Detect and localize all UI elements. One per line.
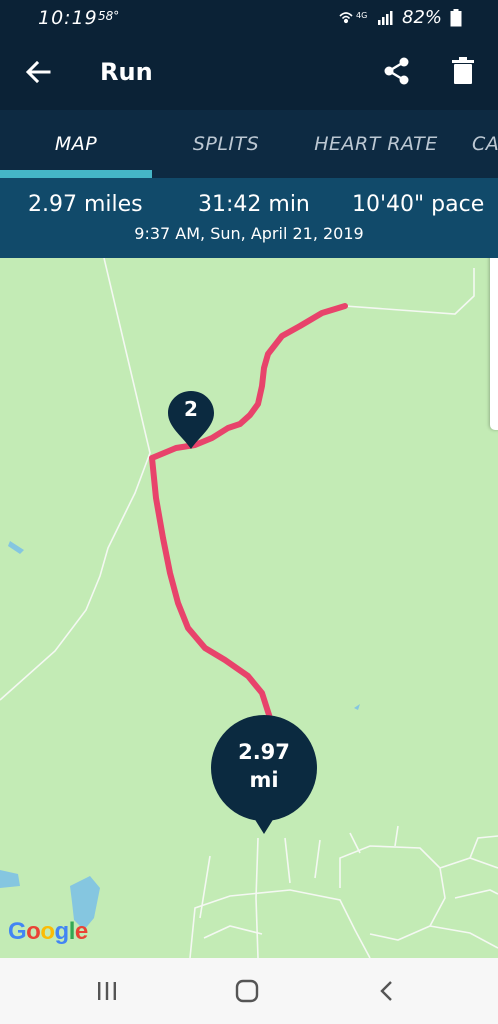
- recent-apps-icon: [98, 982, 116, 1000]
- share-icon: [384, 57, 409, 85]
- trash-icon: [452, 57, 474, 84]
- back-arrow-icon: [25, 61, 51, 83]
- lap-marker-label: 2: [184, 397, 198, 421]
- distance-marker-unit: mi: [249, 768, 279, 792]
- battery-percent: 82%: [402, 7, 443, 28]
- tab-partial[interactable]: CA: [472, 110, 498, 178]
- activity-date: 9:37 AM, Sun, April 21, 2019: [134, 224, 364, 243]
- nav-back-button[interactable]: [370, 976, 404, 1006]
- stat-pace: 10'40" pace: [352, 192, 485, 217]
- map-trails: [0, 258, 498, 958]
- status-time: 10:19: [38, 7, 98, 29]
- page-title: Run: [100, 58, 153, 86]
- back-button[interactable]: [22, 56, 54, 88]
- scroll-handle[interactable]: [490, 258, 498, 430]
- delete-button[interactable]: [450, 56, 480, 88]
- stats-banner: 2.97 miles 31:42 min 10'40" pace 9:37 AM…: [0, 178, 498, 258]
- route-line: [149, 303, 348, 721]
- svg-text:4G: 4G: [356, 11, 367, 20]
- cell-signal-icon: [378, 11, 393, 25]
- map-canvas[interactable]: [0, 258, 498, 958]
- distance-marker-value: 2.97: [238, 740, 290, 764]
- system-nav-bar: [0, 958, 498, 1024]
- back-icon: [380, 981, 392, 1001]
- recent-apps-button[interactable]: [90, 976, 124, 1006]
- battery-icon: [450, 9, 462, 32]
- tab-heart-rate[interactable]: HEART RATE: [300, 110, 452, 178]
- status-bar: 10:19 58° 4G 82%: [0, 0, 498, 34]
- share-button[interactable]: [382, 56, 414, 88]
- home-button[interactable]: [230, 976, 264, 1006]
- google-attribution-logo: Google: [8, 918, 88, 945]
- status-temperature: 58°: [98, 9, 120, 23]
- stat-duration: 31:42 min: [198, 192, 310, 217]
- map-view[interactable]: 2 2.97 mi Google: [0, 258, 498, 958]
- tab-splits[interactable]: SPLITS: [152, 110, 300, 178]
- tab-map[interactable]: MAP: [0, 110, 152, 178]
- signal-icons: 4G: [338, 8, 398, 31]
- stat-distance: 2.97 miles: [28, 192, 143, 217]
- active-tab-indicator: [0, 170, 152, 178]
- tab-bar: MAP SPLITS HEART RATE CA: [0, 110, 498, 178]
- distance-marker-label: 2.97 mi: [210, 738, 318, 794]
- wifi-icon: [339, 12, 353, 24]
- app-bar: Run: [0, 34, 498, 110]
- home-icon: [235, 979, 259, 1003]
